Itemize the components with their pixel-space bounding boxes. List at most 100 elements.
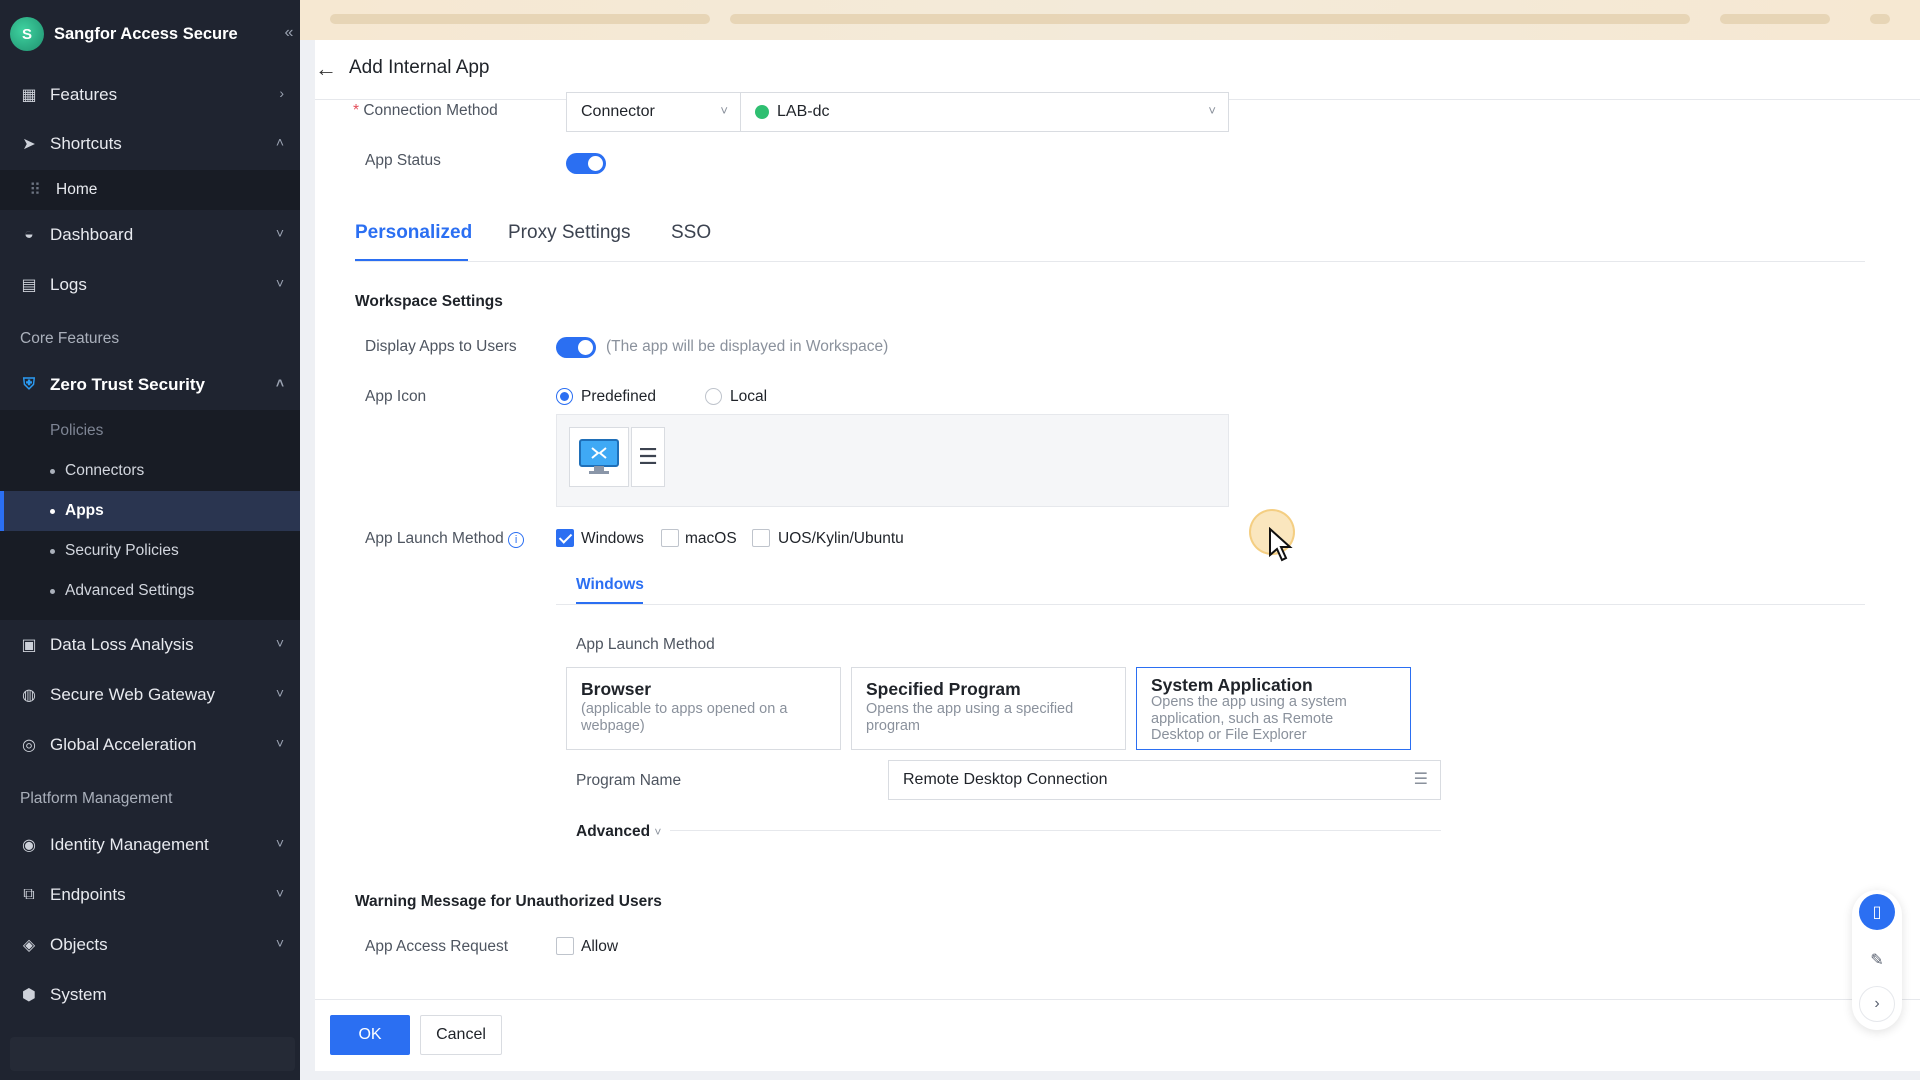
sidebar-item-objects[interactable]: ◈ Objects ˅ xyxy=(0,921,300,969)
predefined-label: Predefined xyxy=(581,388,656,405)
user-profile-bar[interactable] xyxy=(10,1037,295,1071)
globe-icon: ◎ xyxy=(22,737,36,754)
chevron-up-icon: ˄ xyxy=(275,134,284,150)
sidebar-item-label: Logs xyxy=(50,275,87,294)
list-icon[interactable]: ☰ xyxy=(1414,769,1428,789)
sidebar-item-global-acceleration[interactable]: ◎ Global Acceleration ˅ xyxy=(0,721,300,769)
sidebar-item-system[interactable]: ⬢ System xyxy=(0,971,300,1019)
icon-list-icon[interactable]: ☰ xyxy=(631,427,665,487)
connection-method-label: * Connection Method xyxy=(353,102,498,119)
sidebar-item-shortcuts[interactable]: ➤ Shortcuts ˄ xyxy=(0,120,300,168)
section-title-platform: Platform Management xyxy=(20,790,173,807)
back-arrow-icon[interactable]: ← xyxy=(315,56,339,81)
sidebar-item-endpoints[interactable]: ⧉ Endpoints ˅ xyxy=(0,871,300,919)
program-name-field[interactable]: Remote Desktop Connection ☰ xyxy=(888,760,1441,800)
app-status-toggle[interactable] xyxy=(566,153,606,174)
sangfor-logo-icon: S xyxy=(10,17,44,51)
card-desc: program xyxy=(866,717,920,734)
warning-title: Warning Message for Unauthorized Users xyxy=(355,893,662,910)
windows-checkbox[interactable] xyxy=(556,529,574,547)
select-value: LAB-dc xyxy=(777,103,830,120)
app-access-label: App Access Request xyxy=(365,938,509,955)
advanced-divider xyxy=(670,830,1441,831)
subtab-windows[interactable]: Windows xyxy=(576,576,644,594)
sidebar-item-features[interactable]: ▦ Features › xyxy=(0,71,300,119)
predefined-radio[interactable] xyxy=(556,388,573,405)
uos-label: UOS/Kylin/Ubuntu xyxy=(778,530,904,547)
display-apps-toggle[interactable] xyxy=(556,337,596,358)
sidebar-item-logs[interactable]: ▤ Logs ˅ xyxy=(0,261,300,309)
ok-button[interactable]: OK xyxy=(330,1015,410,1055)
chevron-down-icon: ˅ xyxy=(275,835,284,851)
sidebar-item-label: Features xyxy=(50,85,118,104)
card-desc: Opens the app using a system xyxy=(1151,694,1347,710)
card-specified-program[interactable]: Specified Program Opens the app using a … xyxy=(851,667,1126,750)
chevron-down-icon: ˅ xyxy=(1208,103,1216,118)
logs-icon: ▤ xyxy=(21,277,37,294)
cancel-button[interactable]: Cancel xyxy=(420,1015,502,1055)
sidebar-item-zero-trust[interactable]: ⛨ Zero Trust Security ˄ xyxy=(0,361,300,409)
chevron-right-icon: › xyxy=(279,85,284,101)
globe-lock-icon: ◍ xyxy=(22,687,36,704)
sidebar-item-label: System xyxy=(50,985,107,1004)
sidebar-item-label: Connectors xyxy=(65,462,145,479)
chevron-down-icon: ˅ xyxy=(275,225,284,241)
shield-icon: ⛨ xyxy=(22,376,35,393)
sidebar-group-policies: Policies xyxy=(0,411,300,451)
sidebar-item-security-policies[interactable]: Security Policies xyxy=(0,531,300,571)
display-apps-label: Display Apps to Users xyxy=(365,338,517,355)
local-label: Local xyxy=(730,388,768,405)
book-icon[interactable]: ▯ xyxy=(1859,894,1895,930)
sidebar-item-home[interactable]: ⠿ Home xyxy=(0,166,300,214)
collapse-sidebar-icon[interactable]: « xyxy=(280,24,298,46)
sidebar-item-dashboard[interactable]: ◒ Dashboard ˅ xyxy=(0,211,300,259)
brand[interactable]: S Sangfor Access Secure xyxy=(10,17,238,51)
info-icon: i xyxy=(508,532,525,548)
send-icon: ➤ xyxy=(22,136,36,153)
main-form: * Connection Method Connector ˅ LAB-dc ˅… xyxy=(315,92,1920,1000)
connection-method-select[interactable]: Connector ˅ xyxy=(566,92,741,132)
tab-personalized[interactable]: Personalized xyxy=(355,222,472,244)
banner-close-icon[interactable] xyxy=(1870,14,1890,24)
connector-select[interactable]: LAB-dc ˅ xyxy=(740,92,1229,132)
card-title: Browser xyxy=(581,679,652,699)
bullet xyxy=(50,548,55,554)
tab-sso[interactable]: SSO xyxy=(671,222,711,244)
windows-label: Windows xyxy=(581,530,644,547)
app-status-label: App Status xyxy=(365,152,441,169)
sidebar-item-advanced-settings[interactable]: Advanced Settings xyxy=(0,571,300,611)
sidebar-item-identity[interactable]: ◉ Identity Management ˅ xyxy=(0,821,300,869)
edit-icon[interactable]: ✎ xyxy=(1859,942,1895,978)
sidebar-item-label: Data Loss Analysis xyxy=(50,635,194,654)
sidebar-item-label: Shortcuts xyxy=(50,134,122,153)
chevron-right-icon[interactable]: › xyxy=(1859,986,1895,1022)
card-browser[interactable]: Browser (applicable to apps opened on a … xyxy=(566,667,841,750)
sidebar-item-connectors[interactable]: Connectors xyxy=(0,451,300,491)
chevron-down-icon: ˅ xyxy=(275,735,284,751)
sidebar-item-swg[interactable]: ◍ Secure Web Gateway ˅ xyxy=(0,671,300,719)
brand-name: Sangfor Access Secure xyxy=(54,24,238,43)
app-icon-label: App Icon xyxy=(365,388,427,405)
bullet xyxy=(50,468,55,474)
remote-desktop-icon[interactable] xyxy=(569,427,629,487)
sidebar-item-label: Dashboard xyxy=(50,225,134,244)
system-icon: ⬢ xyxy=(22,987,36,1004)
sidebar-item-label: Apps xyxy=(65,502,104,519)
chevron-down-icon: ˅ xyxy=(275,885,284,901)
sidebar-item-apps[interactable]: Apps xyxy=(0,491,300,531)
sidebar-item-data-loss[interactable]: ▣ Data Loss Analysis ˅ xyxy=(0,621,300,669)
local-radio[interactable] xyxy=(705,388,722,405)
card-title: Specified Program xyxy=(866,679,1021,699)
advanced-toggle[interactable]: Advanced ˅ xyxy=(576,823,661,841)
card-system-application[interactable]: System Application Opens the app using a… xyxy=(1136,667,1411,750)
bullet xyxy=(50,588,55,594)
macos-checkbox[interactable] xyxy=(661,529,679,547)
display-apps-hint: (The app will be displayed in Workspace) xyxy=(606,338,889,355)
page-header: ← Add Internal App xyxy=(315,40,1920,100)
uos-checkbox[interactable] xyxy=(752,529,770,547)
program-name-label: Program Name xyxy=(576,772,682,789)
allow-checkbox[interactable] xyxy=(556,937,574,955)
tab-proxy-settings[interactable]: Proxy Settings xyxy=(508,222,631,244)
floating-toolbar: ▯ ✎ › xyxy=(1852,890,1902,1030)
subtab-divider xyxy=(556,604,1865,605)
